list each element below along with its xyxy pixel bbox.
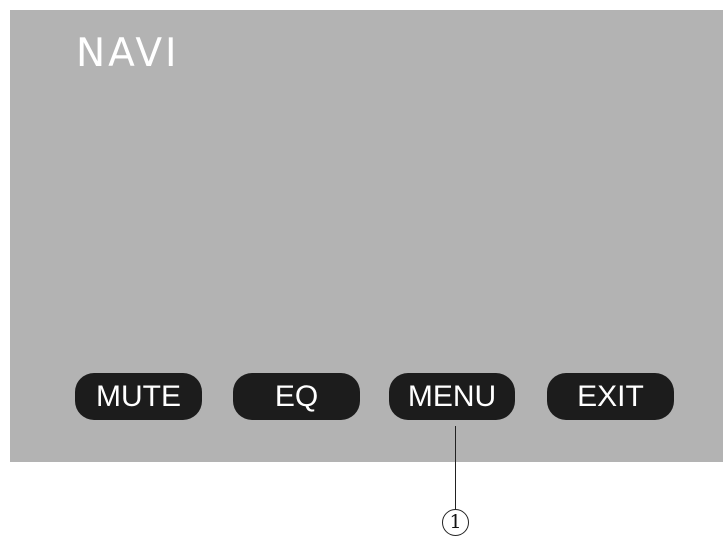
exit-button[interactable]: EXIT (547, 373, 674, 420)
callout-leader-line (455, 426, 456, 510)
mute-button[interactable]: MUTE (75, 373, 202, 420)
eq-button[interactable]: EQ (233, 373, 360, 420)
menu-button[interactable]: MENU (389, 373, 515, 420)
callout-number-badge: 1 (442, 509, 469, 536)
mode-title: NAVI (76, 31, 180, 76)
diagram-stage: NAVI MUTE EQ MENU EXIT 1 (0, 0, 723, 544)
callout-number: 1 (449, 511, 462, 533)
display-screen: NAVI MUTE EQ MENU EXIT (10, 10, 723, 462)
